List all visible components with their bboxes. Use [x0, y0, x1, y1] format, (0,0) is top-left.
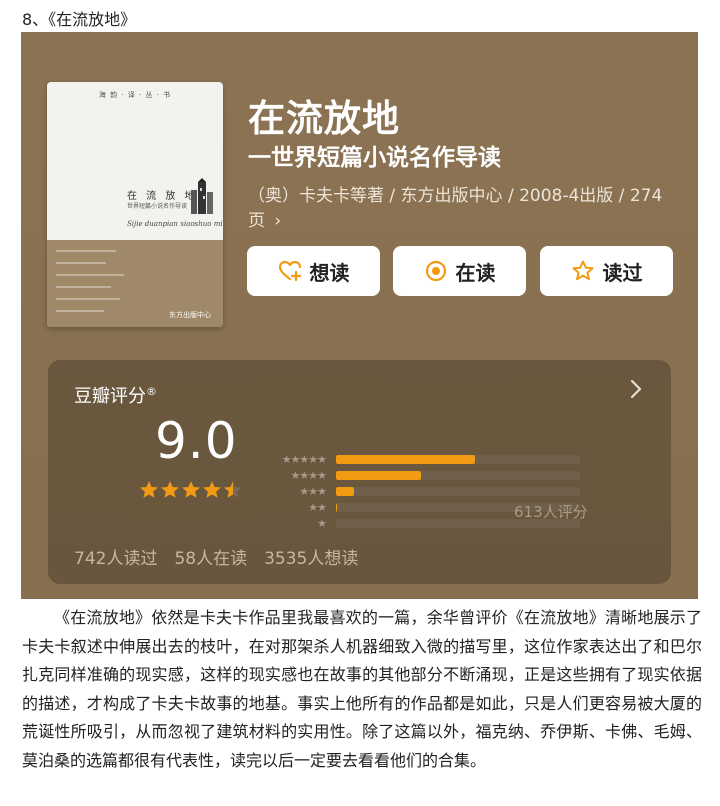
book-subtitle: 一世界短篇小说名作导读 [248, 145, 501, 171]
book-meta[interactable]: （奥）卡夫卡等著 / 东方出版中心 / 2008-4出版 / 274页 › [248, 184, 678, 234]
rating-count: 613人评分 [514, 503, 588, 521]
cover-publisher: 东方出版中心 [169, 311, 211, 319]
want-to-read-label: 想读 [309, 260, 350, 285]
distribution-bar-fill [336, 503, 338, 512]
star-full-icon [161, 481, 179, 498]
distribution-bar-fill [336, 471, 422, 480]
chevron-right-icon: › [274, 211, 282, 231]
rating-stars [139, 480, 243, 500]
read-count: 742人读过 [74, 549, 158, 569]
reading-label: 在读 [455, 260, 496, 285]
distribution-star-label: ★★★ [299, 485, 327, 498]
star-full-icon [182, 481, 200, 498]
cover-title: 在 流 放 地 [127, 191, 198, 202]
distribution-star-label: ★★ [308, 501, 327, 514]
have-read-label: 读过 [602, 260, 643, 285]
want-count: 3535人想读 [264, 549, 359, 569]
rating-score: 9.0 [155, 412, 238, 470]
heart-plus-icon [278, 260, 301, 282]
want-to-read-button[interactable]: 想读 [247, 246, 380, 296]
star-full-icon [140, 481, 158, 498]
distribution-star-label: ★★★★★ [281, 453, 327, 466]
book-card: 海 韵 · 译 · 丛 · 书 在 流 放 地 世界短篇小说名作导读 Sijie… [21, 32, 698, 599]
book-meta-text: （奥）卡夫卡等著 / 东方出版中心 / 2008-4出版 / 274页 [248, 186, 663, 231]
cover-subtitle: 世界短篇小说名作导读 [127, 203, 188, 210]
star-full-icon [203, 481, 221, 498]
registered-mark: ® [146, 385, 157, 398]
distribution-bar-track [336, 487, 580, 496]
reading-button[interactable]: 在读 [393, 246, 526, 296]
distribution-star-label: ★ [317, 517, 327, 530]
reader-stats: 742人读过 58人在读 3535人想读 [74, 544, 358, 569]
castle-illustration [191, 178, 213, 214]
have-read-button[interactable]: 读过 [540, 246, 673, 296]
cover-script: Sijie duanpian xiaoshuo mingzuo daodu [127, 220, 223, 228]
cover-lower-band: 东方出版中心 [47, 240, 223, 327]
distribution-bar-track [336, 455, 580, 464]
cover-series: 海 韵 · 译 · 丛 · 书 [98, 91, 172, 99]
review-paragraph: 《在流放地》依然是卡夫卡作品里我最喜欢的一篇，余华曾评价《在流放地》清晰地展示了… [22, 608, 702, 770]
book-title: 在流放地 [248, 97, 400, 140]
distribution-bar-fill [336, 455, 476, 464]
section-heading: 8、《在流放地》 [22, 10, 137, 29]
star-outline-icon [572, 260, 593, 281]
rating-label: 豆瓣评分® [74, 385, 157, 407]
chevron-right-icon[interactable] [629, 378, 643, 400]
target-icon [425, 260, 446, 282]
distribution-bar-track [336, 471, 580, 480]
douban-rating-panel[interactable]: 豆瓣评分® 9.0 ★★★★★ ★★★★ ★★★ ★★ ★ 613人评分 742人读过 … [48, 360, 671, 584]
distribution-bar-fill [336, 487, 355, 496]
star-half-icon [224, 481, 242, 498]
book-cover[interactable]: 海 韵 · 译 · 丛 · 书 在 流 放 地 世界短篇小说名作导读 Sijie… [47, 82, 223, 327]
distribution-star-label: ★★★★ [290, 469, 327, 482]
reading-count: 58人在读 [174, 549, 248, 569]
